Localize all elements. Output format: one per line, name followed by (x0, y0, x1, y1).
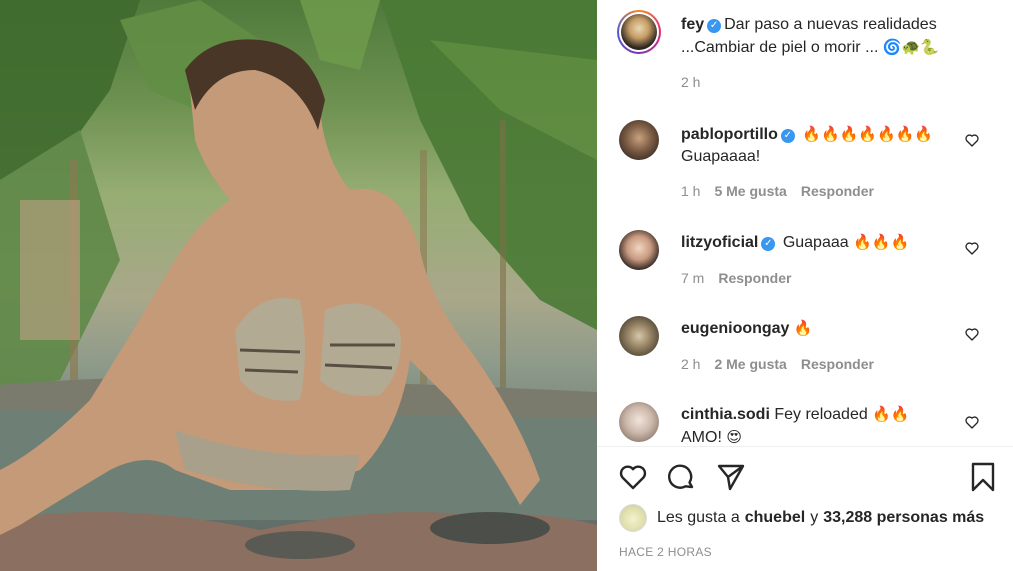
comment-text: eugenioongay 🔥 (681, 317, 951, 340)
reply-button[interactable]: Responder (801, 183, 874, 199)
comment-meta: 1 h 5 Me gusta Responder (681, 183, 888, 199)
comment-body: Guapaaa (782, 234, 849, 251)
comment-time[interactable]: 7 m (681, 270, 704, 286)
author-username[interactable]: fey (681, 16, 704, 33)
comment-meta: 7 m Responder (681, 270, 805, 286)
reply-button[interactable]: Responder (801, 356, 874, 372)
caption-line-1: Dar paso a nuevas realidades (724, 16, 937, 33)
comment-like-heart-icon[interactable] (964, 414, 980, 430)
comment-avatar[interactable] (619, 230, 659, 270)
comment-likes[interactable]: 5 Me gusta (714, 183, 786, 199)
bookmark-icon[interactable] (967, 461, 999, 493)
comment-emoji: 😍 (726, 428, 742, 446)
caption-timestamp[interactable]: 2 h (681, 74, 700, 90)
comment-text: cinthia.sodi Fey reloaded 🔥🔥 AMO! 😍 (681, 403, 951, 446)
comment-text: pabloportillo ✓ 🔥🔥🔥🔥🔥🔥🔥 Guapaaaa! (681, 123, 951, 168)
comment-like-heart-icon[interactable] (964, 240, 980, 256)
comment-meta: 2 h 2 Me gusta Responder (681, 356, 888, 372)
post-timestamp[interactable]: HACE 2 HORAS (619, 545, 712, 559)
caption-line-2: ...Cambiar de piel o morir ... (681, 39, 879, 56)
liked-by-user[interactable]: chuebel (745, 509, 805, 527)
post-side-panel: fey ✓ Dar paso a nuevas realidades ...Camb… (597, 0, 1013, 571)
comment-bubble-icon[interactable] (665, 461, 697, 493)
verified-badge-icon: ✓ (761, 237, 776, 251)
comment-avatar[interactable] (619, 402, 659, 442)
comment-time[interactable]: 2 h (681, 356, 700, 372)
verified-badge-icon: ✓ (780, 129, 795, 143)
liked-by-connector: y (810, 509, 819, 526)
post-photo[interactable] (0, 0, 597, 571)
verified-badge-icon: ✓ (707, 19, 722, 33)
comment-username[interactable]: pabloportillo (681, 126, 778, 143)
paper-plane-icon[interactable] (715, 461, 747, 493)
author-avatar[interactable] (617, 10, 661, 54)
comment-emojis: 🔥🔥 (872, 405, 910, 423)
post-caption: fey ✓ Dar paso a nuevas realidades ...Camb… (681, 14, 981, 59)
comment-username[interactable]: eugenioongay (681, 320, 789, 337)
liked-by-line: Les gusta a chuebel y 33,288 personas má… (619, 504, 989, 532)
comment-body: Fey reloaded (774, 406, 868, 423)
comment-body-line-2: AMO! (681, 429, 722, 446)
heart-icon[interactable] (617, 461, 649, 493)
comment-emojis: 🔥🔥🔥 (853, 233, 910, 251)
comment-username[interactable]: cinthia.sodi (681, 406, 770, 423)
comment-avatar[interactable] (619, 316, 659, 356)
comment-like-heart-icon[interactable] (964, 326, 980, 342)
caption-emojis: 🌀🐢🐍 (882, 38, 939, 56)
likes-count[interactable]: 33,288 personas más (823, 509, 984, 527)
comments-scroll-area[interactable]: fey ✓ Dar paso a nuevas realidades ...Camb… (597, 0, 1013, 446)
comment-text: litzyoficial ✓ Guapaaa 🔥🔥🔥 (681, 231, 951, 254)
liked-by-prefix: Les gusta a (657, 509, 740, 526)
divider (597, 446, 1013, 447)
liker-avatar[interactable] (619, 504, 647, 532)
comment-avatar[interactable] (619, 120, 659, 160)
comment-like-heart-icon[interactable] (964, 132, 980, 148)
comment-likes[interactable]: 2 Me gusta (714, 356, 786, 372)
comment-body: Guapaaaa! (681, 148, 761, 165)
comment-emojis: 🔥🔥🔥🔥🔥🔥🔥 (802, 125, 934, 143)
comment-emojis: 🔥 (793, 319, 813, 337)
comment-time[interactable]: 1 h (681, 183, 700, 199)
reply-button[interactable]: Responder (718, 270, 791, 286)
comment-username[interactable]: litzyoficial (681, 234, 758, 251)
